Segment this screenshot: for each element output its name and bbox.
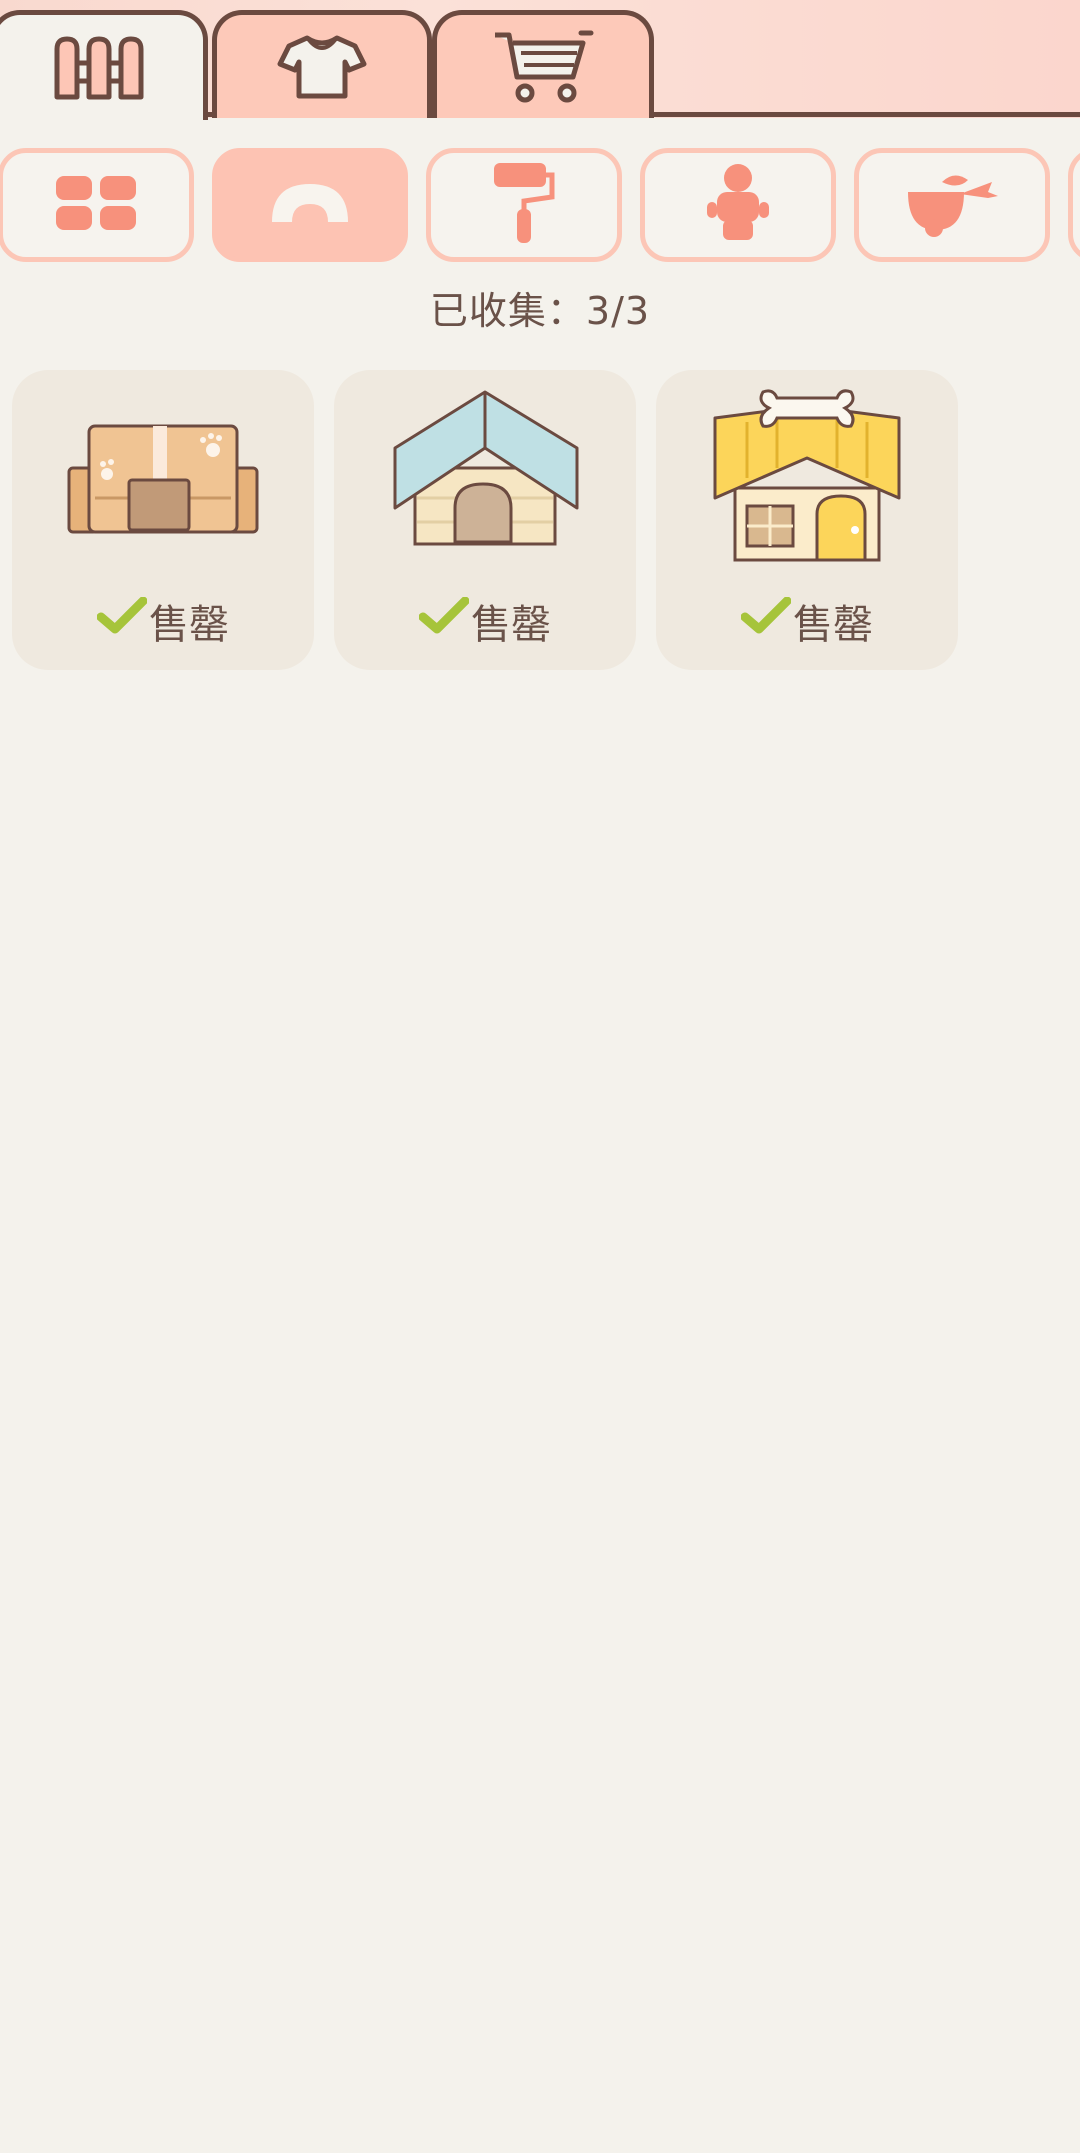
category-all[interactable] — [0, 148, 194, 262]
item-card[interactable]: 售罄 — [656, 370, 958, 670]
item-status: 售罄 — [334, 592, 636, 650]
shopping-cart-icon — [491, 29, 595, 105]
category-pet-beds[interactable] — [212, 148, 408, 262]
cardboard-box-house-icon — [63, 388, 263, 552]
tab-furniture[interactable] — [0, 10, 208, 120]
item-card[interactable]: 售罄 — [334, 370, 636, 670]
yellow-bone-doghouse-icon — [707, 388, 907, 572]
tab-clothing[interactable] — [212, 10, 432, 118]
check-icon — [418, 596, 470, 645]
pet-bed-icon — [268, 180, 352, 230]
tab-shop[interactable] — [432, 10, 654, 118]
shirt-icon — [277, 34, 367, 100]
sold-out-label: 售罄 — [149, 602, 229, 648]
paint-roller-icon — [492, 161, 556, 249]
collection-progress: 已收集：3/3 — [429, 289, 651, 333]
sold-out-label: 售罄 — [793, 602, 873, 648]
fence-icon — [51, 35, 147, 101]
category-food[interactable] — [854, 148, 1050, 262]
sold-out-label: 售罄 — [471, 602, 551, 648]
item-card[interactable]: 售罄 — [12, 370, 314, 670]
item-status: 售罄 — [656, 592, 958, 650]
category-more[interactable] — [1068, 148, 1080, 262]
category-row — [0, 148, 1080, 264]
check-icon — [740, 596, 792, 645]
category-decor[interactable] — [426, 148, 622, 262]
category-figures[interactable] — [640, 148, 836, 262]
figure-icon — [703, 162, 773, 248]
item-status: 售罄 — [12, 592, 314, 650]
fish-bowl-icon — [904, 168, 1000, 242]
check-icon — [96, 596, 148, 645]
blue-roof-doghouse-icon — [385, 388, 585, 562]
grid-icon — [54, 174, 138, 236]
